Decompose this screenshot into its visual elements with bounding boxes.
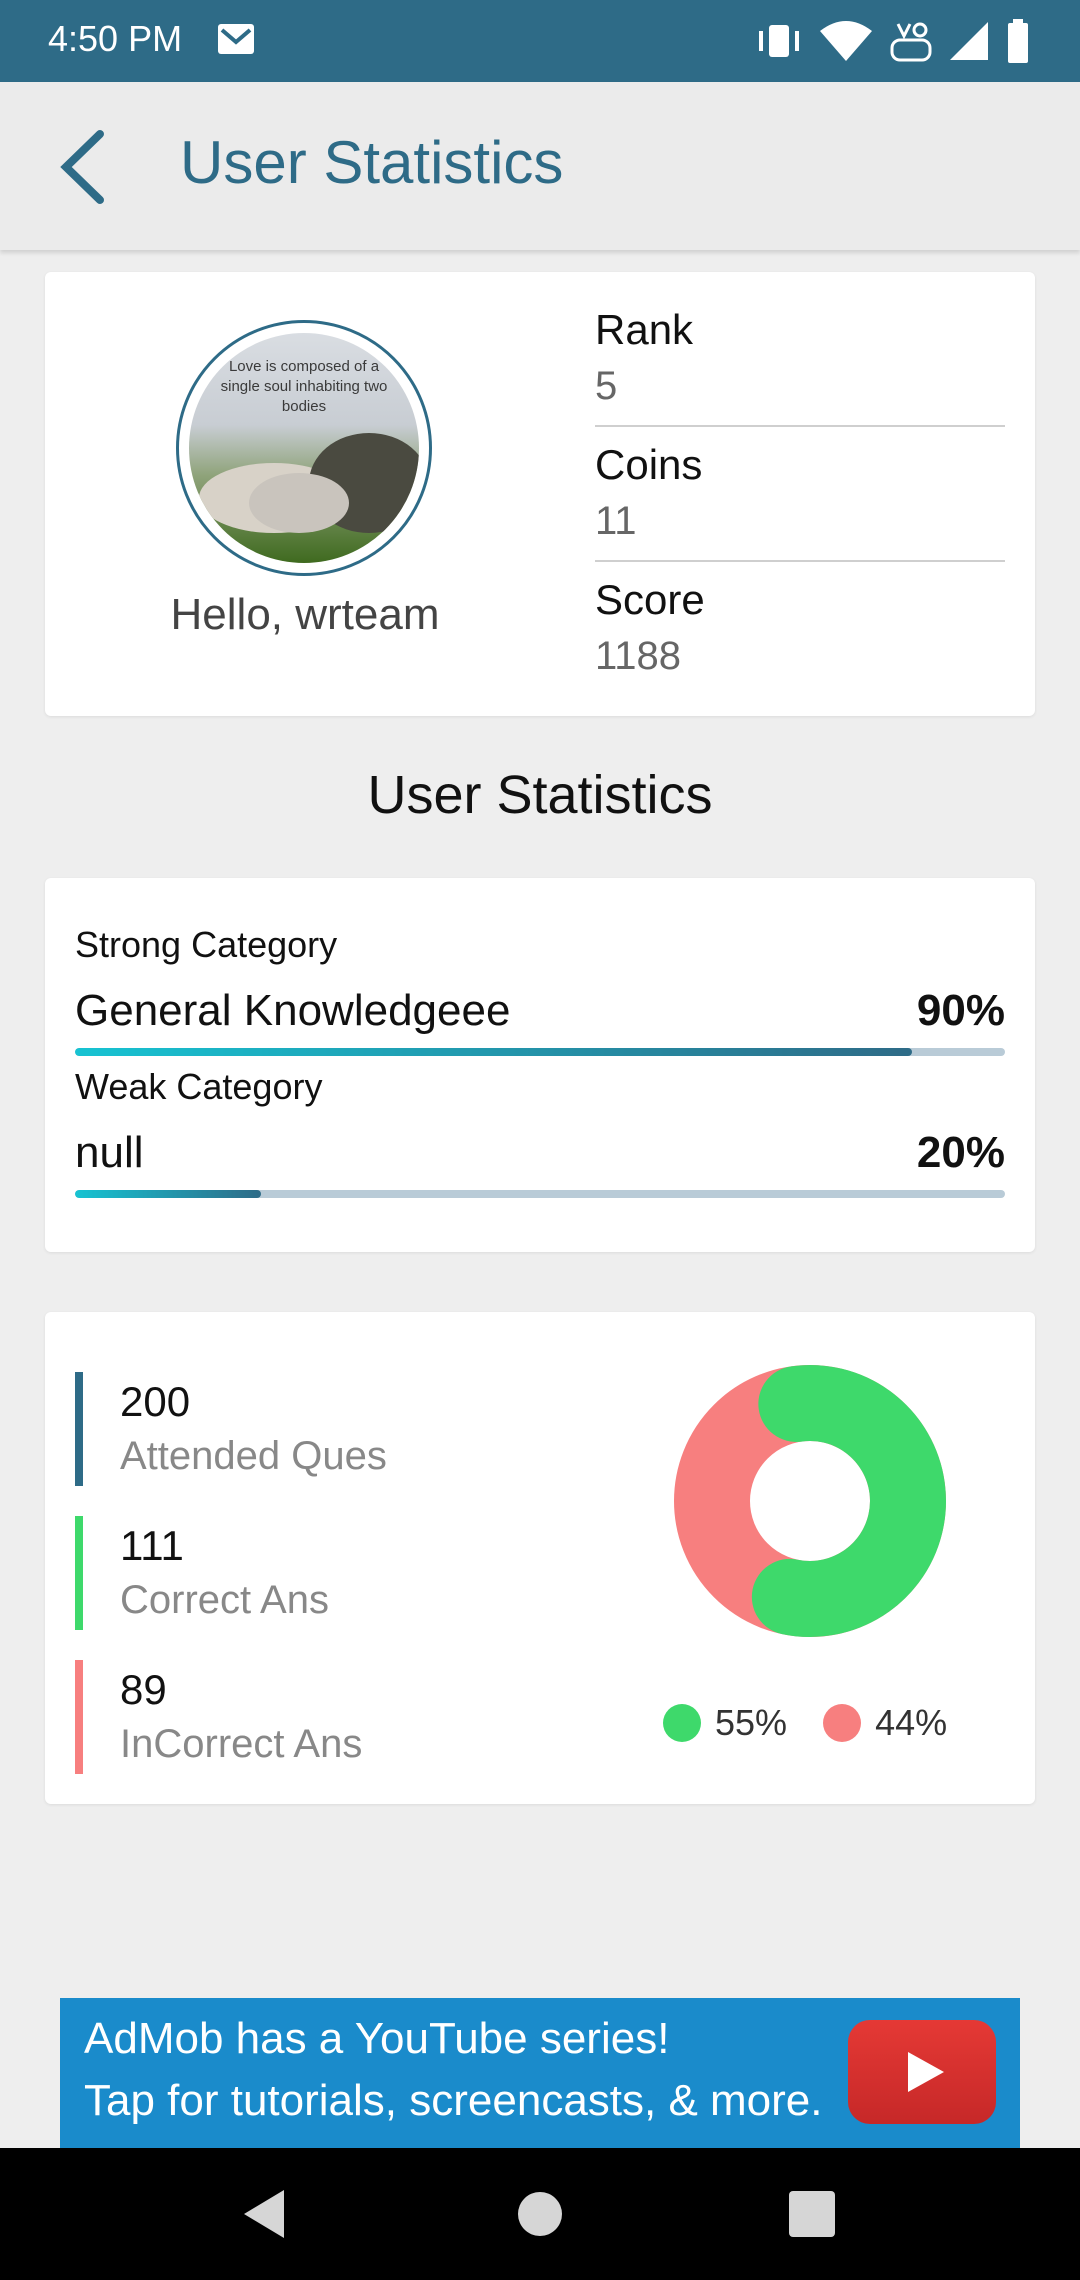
strong-category-name: General Knowledgeee [75, 986, 511, 1035]
chart-legend: 55% 44% [663, 1702, 947, 1744]
weak-category-percent: 20% [916, 1128, 1005, 1177]
legend-dot-correct [663, 1704, 701, 1742]
youtube-play-icon [848, 2020, 996, 2124]
weak-category-caption: Weak Category [75, 1066, 323, 1107]
weak-category-progress [75, 1190, 1005, 1198]
vibrate-icon [759, 25, 799, 57]
signal-icon [950, 22, 988, 60]
legend-dot-incorrect [823, 1704, 862, 1742]
answers-donut-chart [674, 1365, 946, 1637]
strong-category-progress [75, 1048, 1005, 1056]
volte-icon [890, 22, 932, 62]
ad-line-2: Tap for tutorials, screencasts, & more. [84, 2076, 823, 2125]
ad-line-1: AdMob has a YouTube series! [84, 2014, 670, 2063]
profile-card: Love is composed of a single soul inhabi… [45, 272, 1035, 716]
avatar-image: Love is composed of a single soul inhabi… [189, 333, 419, 563]
summary-label: Correct Ans [120, 1578, 329, 1622]
stat-label: Coins [595, 441, 703, 488]
correct-answers: 111 Correct Ans [75, 1516, 495, 1630]
page-title: User Statistics [180, 129, 564, 196]
nav-home-icon[interactable] [512, 2186, 568, 2242]
app-bar: User Statistics [0, 82, 1080, 250]
avatar[interactable]: Love is composed of a single soul inhabi… [176, 320, 432, 576]
strong-category-percent: 90% [916, 986, 1005, 1035]
mail-icon [218, 24, 254, 54]
legend-label-correct: 55% [715, 1702, 788, 1743]
ad-banner[interactable]: AdMob has a YouTube series! Tap for tuto… [60, 1998, 1020, 2148]
summary-color-bar [75, 1516, 83, 1630]
weak-category-name: null [75, 1128, 144, 1177]
summary-color-bar [75, 1372, 83, 1486]
nav-recents-icon[interactable] [784, 2186, 840, 2242]
divider [595, 560, 1005, 562]
nav-back-icon[interactable] [238, 2186, 294, 2242]
attended-questions: 200 Attended Ques [75, 1372, 495, 1486]
divider [595, 425, 1005, 427]
system-nav-bar [0, 2148, 1080, 2280]
summary-label: Attended Ques [120, 1434, 387, 1478]
legend-label-incorrect: 44% [875, 1702, 948, 1743]
avatar-caption: Love is composed of a single soul inhabi… [220, 358, 388, 415]
summary-color-bar [75, 1660, 83, 1774]
progress-fill [75, 1048, 912, 1056]
summary-value: 111 [120, 1522, 184, 1569]
strong-category-caption: Strong Category [75, 924, 338, 965]
stat-label: Rank [595, 306, 694, 353]
stat-value: 5 [595, 364, 618, 408]
stat-value: 1188 [595, 634, 682, 678]
back-arrow-icon[interactable] [52, 122, 132, 212]
status-icons [754, 16, 1030, 66]
category-card: Strong Category General Knowledgeee 90% … [45, 878, 1035, 1252]
battery-icon [1008, 19, 1028, 63]
summary-value: 89 [120, 1666, 167, 1713]
coins-stat: Coins 11 [595, 441, 1005, 544]
status-time: 4:50 PM [48, 18, 183, 59]
summary-value: 200 [120, 1378, 191, 1425]
incorrect-answers: 89 InCorrect Ans [75, 1660, 495, 1774]
greeting: Hello, wrteam [170, 590, 440, 639]
summary-label: InCorrect Ans [120, 1722, 363, 1766]
stat-value: 11 [595, 499, 637, 543]
stat-label: Score [595, 576, 705, 623]
wifi-icon [820, 21, 872, 61]
summary-card: 200 Attended Ques 111 Correct Ans 89 InC… [45, 1312, 1035, 1804]
status-bar: 4:50 PM [0, 0, 1080, 82]
progress-fill [75, 1190, 261, 1198]
section-title: User Statistics [367, 765, 713, 825]
score-stat: Score 1188 [595, 576, 1005, 679]
rank-stat: Rank 5 [595, 306, 1005, 409]
